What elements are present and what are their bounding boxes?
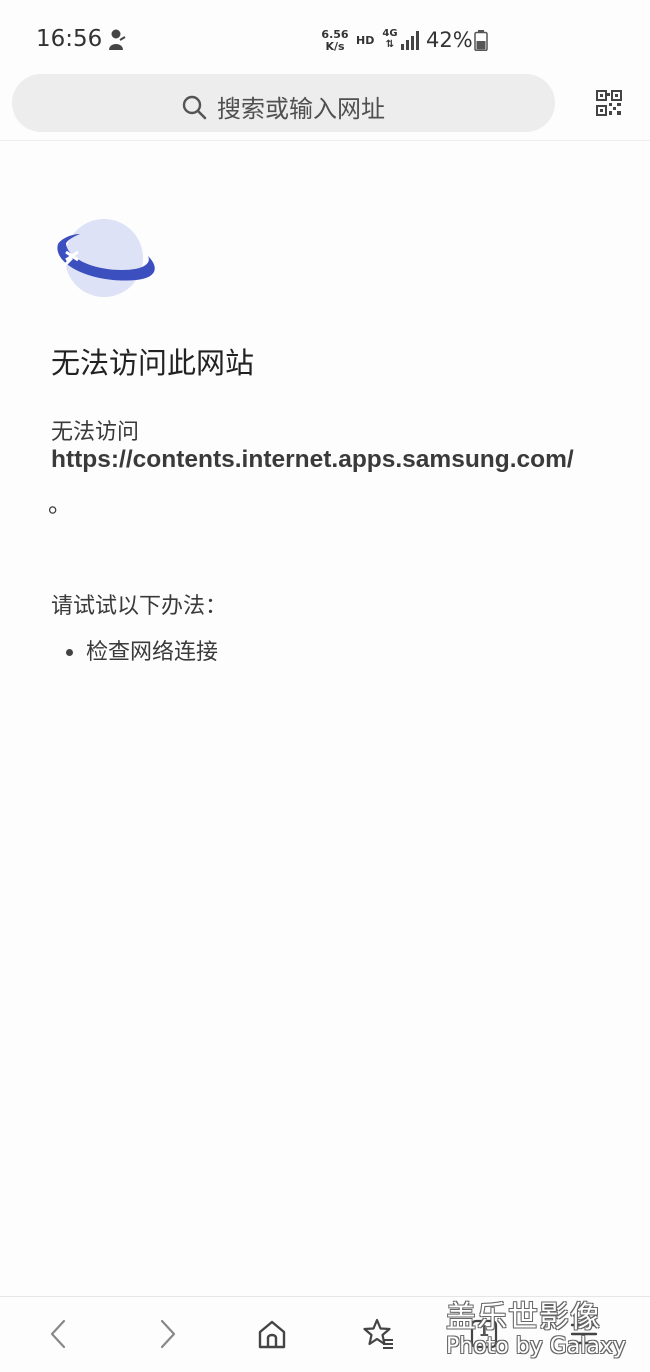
broken-planet-icon [57, 219, 155, 297]
address-bar-placeholder[interactable]: 搜索或输入网址 [217, 89, 385, 124]
data-arrows-icon: ⇅ [385, 39, 395, 50]
error-period: 。 [48, 490, 72, 518]
bottom-nav-divider [0, 1296, 650, 1297]
notification-icon [109, 29, 126, 50]
signal-icon [401, 31, 419, 50]
status-time: 16:56 [36, 26, 103, 52]
error-url: https://contents.internet.apps.samsung.c… [51, 446, 574, 473]
suggestion-text: 检查网络连接 [86, 640, 219, 665]
browser-screen: 16:56 6.56 K/s HD 4G ⇅ 42% 搜索或输入网址 无法访问此… [0, 0, 650, 1372]
tabs-count: 1 [478, 1322, 490, 1340]
hd-voice-label: HD [356, 34, 375, 47]
forward-icon[interactable] [150, 1316, 186, 1352]
battery-percent: 42% [426, 28, 473, 52]
suggestions-heading: 请试试以下办法： [51, 594, 228, 619]
network-speed: 6.56 K/s [321, 29, 349, 53]
suggestions-list: 检查网络连接 [66, 638, 218, 668]
status-bar: 16:56 6.56 K/s HD 4G ⇅ 42% [0, 0, 650, 70]
bullet-icon [66, 649, 73, 656]
suggestion-item: 检查网络连接 [66, 638, 218, 668]
tabs-button[interactable]: 1 [466, 1316, 502, 1352]
back-icon[interactable] [42, 1316, 78, 1352]
search-icon [182, 95, 207, 120]
network-type-label: 4G [382, 28, 398, 39]
error-intro: 无法访问 [51, 420, 140, 445]
menu-icon[interactable] [566, 1316, 602, 1352]
home-icon[interactable] [254, 1316, 290, 1352]
battery-icon [474, 30, 488, 51]
address-bar-divider [0, 140, 650, 141]
qr-code-icon[interactable] [596, 90, 622, 116]
network-type: 4G ⇅ [382, 28, 398, 50]
bookmarks-icon[interactable] [359, 1316, 395, 1352]
network-speed-unit: K/s [325, 40, 345, 53]
error-title: 无法访问此网站 [51, 346, 255, 380]
